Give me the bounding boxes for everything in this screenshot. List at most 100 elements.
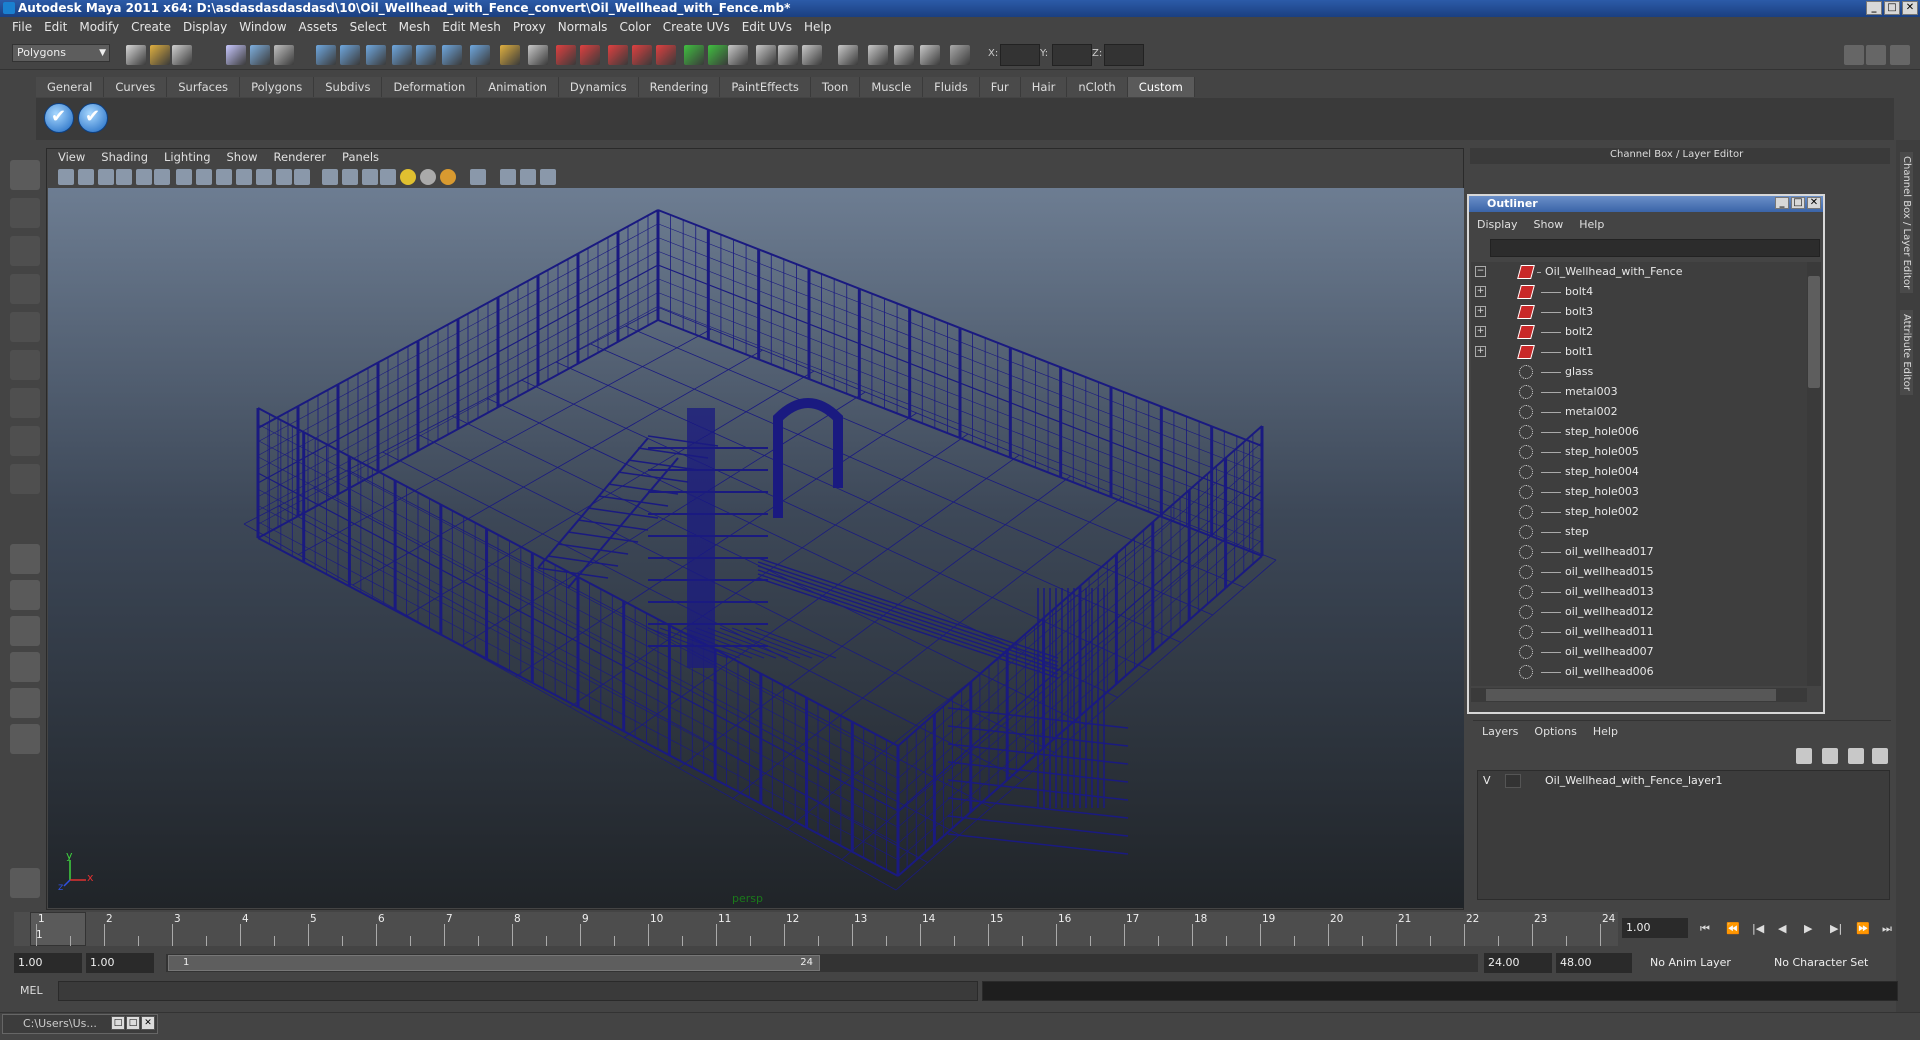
- status-line-tool-icon[interactable]: [226, 45, 246, 65]
- show-manipulator-icon[interactable]: [10, 464, 40, 494]
- hand-icon[interactable]: [10, 868, 40, 898]
- tab-channel-box[interactable]: Channel Box / Layer Editor: [1900, 152, 1913, 294]
- status-line-tool-icon[interactable]: [632, 45, 652, 65]
- viewport-tool-icon[interactable]: [420, 169, 436, 185]
- expand-icon[interactable]: +: [1475, 326, 1486, 337]
- status-line-tool-icon[interactable]: [416, 45, 436, 65]
- status-line-tool-icon[interactable]: [708, 45, 728, 65]
- status-line-tool-icon[interactable]: [366, 45, 386, 65]
- viewport-tool-icon[interactable]: [78, 169, 94, 185]
- shelf-tab-custom[interactable]: Custom: [1127, 77, 1195, 97]
- manipulator-icon[interactable]: [10, 388, 40, 418]
- status-line-tool-icon[interactable]: [756, 45, 776, 65]
- restore-button[interactable]: □: [111, 1016, 125, 1030]
- playback-button[interactable]: ⏪: [1726, 922, 1740, 935]
- layer-visibility-toggle[interactable]: V: [1483, 774, 1491, 787]
- shelf-tab-subdivs[interactable]: Subdivs: [314, 77, 383, 97]
- status-line-tool-icon[interactable]: [172, 45, 192, 65]
- layer-action-icon[interactable]: [1796, 748, 1812, 764]
- anim-layer-select[interactable]: No Anim Layer: [1646, 953, 1766, 973]
- maximize-button[interactable]: □: [1884, 1, 1900, 15]
- outliner-maximize-button[interactable]: □: [1791, 197, 1805, 209]
- shelf-tab-dynamics[interactable]: Dynamics: [558, 77, 639, 97]
- shelf-tab-ncloth[interactable]: nCloth: [1067, 77, 1128, 97]
- playback-button[interactable]: ◀: [1778, 922, 1786, 935]
- animation-start-field[interactable]: 1.00: [14, 953, 82, 973]
- shelf-tab-muscle[interactable]: Muscle: [860, 77, 924, 97]
- viewport-tool-icon[interactable]: [362, 169, 378, 185]
- soft-mod-icon[interactable]: [10, 426, 40, 456]
- layer-action-icon[interactable]: [1848, 748, 1864, 764]
- outliner-item[interactable]: + bolt2: [1471, 322, 1807, 342]
- viewport-tool-icon[interactable]: [236, 169, 252, 185]
- outliner-item[interactable]: oil_wellhead015: [1471, 562, 1807, 582]
- viewport-menu-panels[interactable]: Panels: [334, 149, 387, 165]
- playback-button[interactable]: ▶: [1804, 922, 1812, 935]
- viewport-tool-icon[interactable]: [440, 169, 456, 185]
- outliner-item[interactable]: step_hole005: [1471, 442, 1807, 462]
- mel-label[interactable]: MEL: [20, 984, 43, 997]
- shelf-check-icon[interactable]: [44, 103, 74, 133]
- playback-button[interactable]: ⏭: [1882, 922, 1892, 936]
- outliner-persp-layout-icon[interactable]: [10, 616, 40, 646]
- shelf-tab-polygons[interactable]: Polygons: [240, 77, 315, 97]
- shelf-tab-curves[interactable]: Curves: [104, 77, 168, 97]
- current-frame-field[interactable]: 1.00: [1622, 918, 1688, 938]
- viewport-menu-renderer[interactable]: Renderer: [266, 149, 335, 165]
- character-set-select[interactable]: No Character Set: [1770, 953, 1882, 973]
- outliner-item[interactable]: step_hole004: [1471, 462, 1807, 482]
- menu-window[interactable]: Window: [233, 20, 292, 34]
- menu-display[interactable]: Display: [177, 20, 233, 34]
- outliner-item[interactable]: step_hole002: [1471, 502, 1807, 522]
- outliner-item[interactable]: metal002: [1471, 402, 1807, 422]
- outliner-item[interactable]: + bolt3: [1471, 302, 1807, 322]
- outliner-item[interactable]: step_hole003: [1471, 482, 1807, 502]
- status-line-tool-icon[interactable]: [126, 45, 146, 65]
- shelf-tab-animation[interactable]: Animation: [477, 77, 559, 97]
- status-line-tool-icon[interactable]: [802, 45, 822, 65]
- panel-layout-icon[interactable]: [1844, 45, 1864, 65]
- select-tool-icon[interactable]: [10, 160, 40, 190]
- outliner-menu-display[interactable]: Display: [1469, 216, 1526, 234]
- playback-button[interactable]: ⏮: [1700, 922, 1710, 936]
- shelf-tab-fluids[interactable]: Fluids: [923, 77, 980, 97]
- viewport-tool-icon[interactable]: [154, 169, 170, 185]
- menu-color[interactable]: Color: [613, 20, 656, 34]
- outliner-hscroll-thumb[interactable]: [1486, 689, 1776, 701]
- viewport-tool-icon[interactable]: [540, 169, 556, 185]
- menu-create-uvs[interactable]: Create UVs: [657, 20, 736, 34]
- viewport-tool-icon[interactable]: [276, 169, 292, 185]
- viewport-tool-icon[interactable]: [116, 169, 132, 185]
- status-line-tool-icon[interactable]: [894, 45, 914, 65]
- paint-select-icon[interactable]: [10, 236, 40, 266]
- outliner-item[interactable]: + bolt4: [1471, 282, 1807, 302]
- menu-edit-mesh[interactable]: Edit Mesh: [436, 20, 507, 34]
- shelf-tab-rendering[interactable]: Rendering: [638, 77, 721, 97]
- viewport-tool-icon[interactable]: [98, 169, 114, 185]
- shelf-tab-hair[interactable]: Hair: [1020, 77, 1068, 97]
- layer-name[interactable]: Oil_Wellhead_with_Fence_layer1: [1545, 774, 1723, 787]
- four-pane-layout-icon[interactable]: [10, 580, 40, 610]
- menu-proxy[interactable]: Proxy: [507, 20, 552, 34]
- viewport-tool-icon[interactable]: [256, 169, 272, 185]
- status-line-tool-icon[interactable]: [838, 45, 858, 65]
- outliner-minimize-button[interactable]: _: [1775, 197, 1789, 209]
- outliner-item[interactable]: metal003: [1471, 382, 1807, 402]
- close-window-button[interactable]: ✕: [141, 1016, 155, 1030]
- playback-button[interactable]: ⏩: [1856, 922, 1870, 935]
- playback-button[interactable]: |◀: [1752, 922, 1764, 935]
- shelf-tab-fur[interactable]: Fur: [979, 77, 1021, 97]
- viewport-tool-icon[interactable]: [380, 169, 396, 185]
- minimize-button[interactable]: _: [1866, 1, 1882, 15]
- viewport-tool-icon[interactable]: [294, 169, 310, 185]
- range-thumb[interactable]: 1 24: [168, 955, 820, 971]
- viewport-tool-icon[interactable]: [322, 169, 338, 185]
- outliner-item[interactable]: glass: [1471, 362, 1807, 382]
- viewport-menu-lighting[interactable]: Lighting: [156, 149, 218, 165]
- scale-tool-icon[interactable]: [10, 350, 40, 380]
- menu-edit-uvs[interactable]: Edit UVs: [736, 20, 798, 34]
- status-line-tool-icon[interactable]: [470, 45, 490, 65]
- hypershade-layout-icon[interactable]: [10, 688, 40, 718]
- minimized-window[interactable]: C:\Users\Us... □ □ ✕: [2, 1014, 158, 1034]
- graph-persp-layout-icon[interactable]: [10, 652, 40, 682]
